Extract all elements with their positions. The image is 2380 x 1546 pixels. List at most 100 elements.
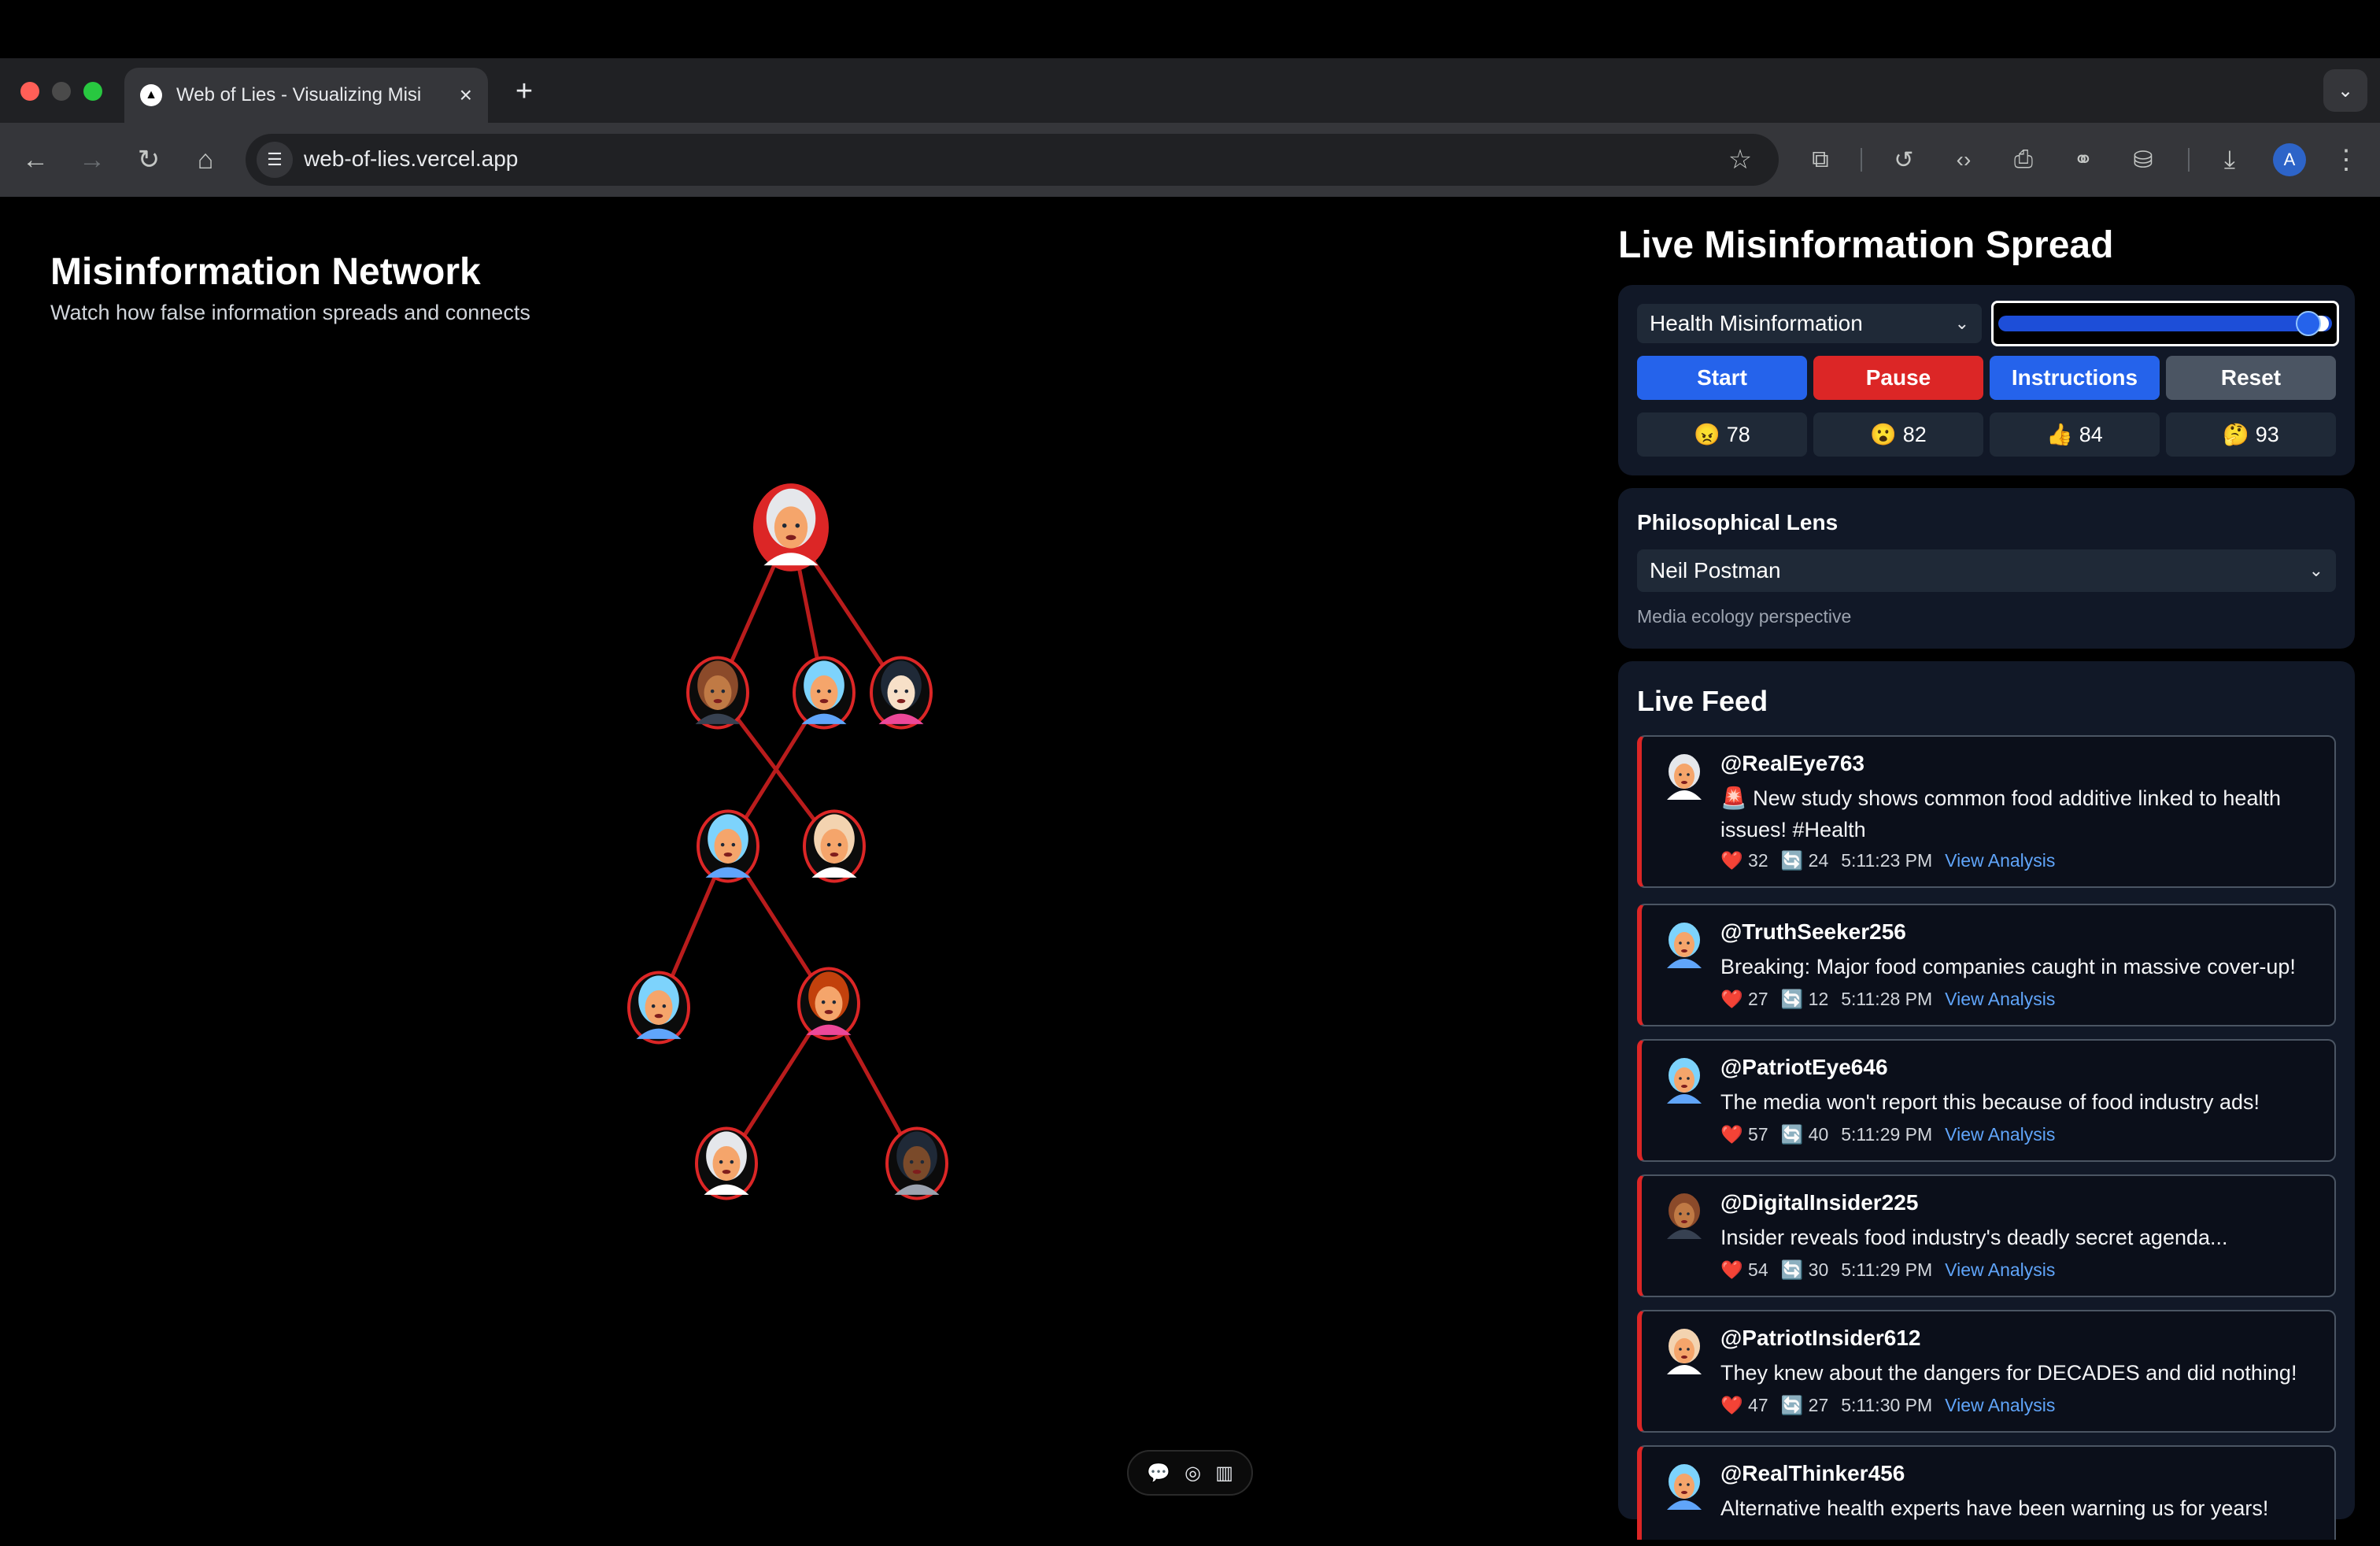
extensions-icon[interactable]: ⧉ — [1801, 140, 1840, 179]
stat-value: 82 — [1902, 422, 1927, 446]
heart-icon: ❤️ — [1720, 1259, 1743, 1280]
reload-icon[interactable]: ↻ — [129, 140, 168, 179]
slider-track — [1998, 316, 2332, 331]
tab-search-button[interactable]: ⌄ — [2323, 69, 2367, 112]
post-text: Insider reveals food industry's deadly s… — [1720, 1226, 2228, 1249]
tab-close-icon[interactable]: × — [460, 84, 472, 106]
share-count[interactable]: 🔄 27 — [1781, 1395, 1829, 1416]
eye-icon[interactable]: ◎ — [1184, 1462, 1201, 1485]
link-icon[interactable]: ⚭ — [2064, 140, 2103, 179]
maximize-window-button[interactable] — [83, 82, 102, 101]
toolbar-divider — [2188, 148, 2190, 172]
post-username[interactable]: @RealEye763 — [1720, 751, 1864, 776]
user-avatar — [1667, 1464, 1702, 1510]
network-node[interactable] — [885, 1126, 948, 1200]
bookmark-star-icon[interactable]: ☆ — [1722, 142, 1758, 178]
share-count[interactable]: 🔄 12 — [1781, 989, 1829, 1010]
profile-avatar[interactable]: A — [2273, 143, 2306, 176]
post-text: Breaking: Major food companies caught in… — [1720, 955, 2296, 978]
surprised-face-icon: 😮 — [1870, 423, 1897, 446]
topic-select[interactable]: Health Misinformation ⌄ — [1637, 304, 1982, 343]
network-node[interactable] — [627, 971, 690, 1045]
network-node[interactable] — [797, 967, 860, 1041]
site-settings-icon[interactable]: ☰ — [257, 142, 293, 178]
post-username[interactable]: @DigitalInsider225 — [1720, 1190, 1918, 1215]
network-node[interactable] — [803, 809, 866, 883]
post-meta: ❤️ 27 🔄 12 5:11:28 PM View Analysis — [1720, 989, 2055, 1010]
network-node[interactable] — [753, 483, 829, 571]
forward-icon[interactable]: → — [72, 140, 112, 179]
like-count[interactable]: ❤️ 27 — [1720, 989, 1768, 1010]
like-count[interactable]: ❤️ 57 — [1720, 1124, 1768, 1145]
likes-value: 54 — [1748, 1259, 1768, 1280]
feed-post[interactable]: @PatriotEye646 The media won't report th… — [1637, 1039, 2336, 1162]
share-count[interactable]: 🔄 40 — [1781, 1124, 1829, 1145]
user-avatar — [1667, 1329, 1702, 1374]
reset-button[interactable]: Reset — [2166, 356, 2336, 400]
url-text[interactable]: web-of-lies.vercel.app — [304, 146, 518, 172]
new-tab-button[interactable]: + — [507, 74, 541, 109]
lens-description: Media ecology perspective — [1637, 606, 1852, 627]
view-analysis-link[interactable]: View Analysis — [1945, 1259, 2055, 1281]
network-node[interactable] — [695, 1126, 758, 1200]
start-button[interactable]: Start — [1637, 356, 1807, 400]
post-text: Alternative health experts have been war… — [1720, 1496, 2269, 1520]
download-icon[interactable]: ⤓ — [2210, 140, 2249, 179]
like-count[interactable]: ❤️ 32 — [1720, 850, 1768, 871]
incognito-icon[interactable]: ⛁ — [2123, 140, 2163, 179]
network-node[interactable] — [870, 656, 933, 730]
print-icon[interactable]: ⎙ — [2004, 140, 2043, 179]
lens-select-value: Neil Postman — [1650, 558, 1781, 583]
view-analysis-link[interactable]: View Analysis — [1945, 1395, 2055, 1416]
home-icon[interactable]: ⌂ — [186, 140, 225, 179]
stat-angry: 😠 78 — [1637, 412, 1807, 457]
spread-title: Live Misinformation Spread — [1618, 224, 2114, 266]
history-icon[interactable]: ↺ — [1884, 140, 1924, 179]
view-analysis-link[interactable]: View Analysis — [1945, 989, 2055, 1010]
likes-value: 27 — [1748, 989, 1768, 1009]
browser-tab[interactable]: ▲ Web of Lies - Visualizing Misi × — [124, 68, 488, 123]
repost-icon: 🔄 — [1780, 1124, 1804, 1145]
share-count[interactable]: 🔄 30 — [1781, 1259, 1829, 1281]
view-analysis-link[interactable]: View Analysis — [1945, 1124, 2055, 1145]
speed-slider[interactable] — [1991, 301, 2339, 346]
stat-value: 93 — [2255, 422, 2279, 446]
slider-thumb[interactable] — [2296, 311, 2321, 336]
instructions-button[interactable]: Instructions — [1990, 356, 2160, 400]
like-count[interactable]: ❤️ 47 — [1720, 1395, 1768, 1416]
share-count[interactable]: 🔄 24 — [1781, 850, 1829, 871]
post-username[interactable]: @PatriotInsider612 — [1720, 1326, 1921, 1351]
minimize-window-button[interactable] — [52, 82, 71, 101]
pause-button[interactable]: Pause — [1813, 356, 1983, 400]
layout-icon[interactable]: ▥ — [1215, 1462, 1233, 1485]
feed-title: Live Feed — [1637, 685, 1768, 717]
stat-value: 84 — [2079, 422, 2103, 446]
back-icon[interactable]: ← — [16, 140, 55, 179]
post-meta: ❤️ 32 🔄 24 5:11:23 PM View Analysis — [1720, 850, 2055, 871]
feed-post[interactable]: @PatriotInsider612 They knew about the d… — [1637, 1310, 2336, 1433]
post-username[interactable]: @RealThinker456 — [1720, 1461, 1905, 1486]
misinformation-network-graph[interactable] — [598, 441, 1007, 1228]
comment-icon[interactable]: 💬 — [1147, 1462, 1170, 1485]
feed-post[interactable]: @RealThinker456 Alternative health exper… — [1637, 1445, 2336, 1540]
feed-post[interactable]: @TruthSeeker256 Breaking: Major food com… — [1637, 904, 2336, 1026]
lens-select[interactable]: Neil Postman ⌄ — [1637, 549, 2336, 592]
heart-icon: ❤️ — [1720, 1395, 1743, 1415]
network-node[interactable] — [697, 809, 759, 883]
stat-value: 78 — [1726, 422, 1750, 446]
repost-icon: 🔄 — [1780, 989, 1804, 1009]
view-analysis-link[interactable]: View Analysis — [1945, 850, 2055, 871]
devtools-icon[interactable]: ‹› — [1944, 140, 1983, 179]
network-node[interactable] — [793, 656, 856, 730]
like-count[interactable]: ❤️ 54 — [1720, 1259, 1768, 1281]
menu-kebab-icon[interactable]: ⋮ — [2326, 140, 2366, 179]
close-window-button[interactable] — [20, 82, 39, 101]
post-username[interactable]: @TruthSeeker256 — [1720, 919, 1906, 945]
feed-post[interactable]: @RealEye763 🚨 New study shows common foo… — [1637, 735, 2336, 888]
repost-icon: 🔄 — [1780, 1259, 1804, 1280]
user-avatar — [1667, 1058, 1702, 1104]
post-username[interactable]: @PatriotEye646 — [1720, 1055, 1888, 1080]
post-text: The media won't report this because of f… — [1720, 1090, 2260, 1114]
feed-post[interactable]: @DigitalInsider225 Insider reveals food … — [1637, 1174, 2336, 1297]
network-node[interactable] — [686, 656, 749, 730]
